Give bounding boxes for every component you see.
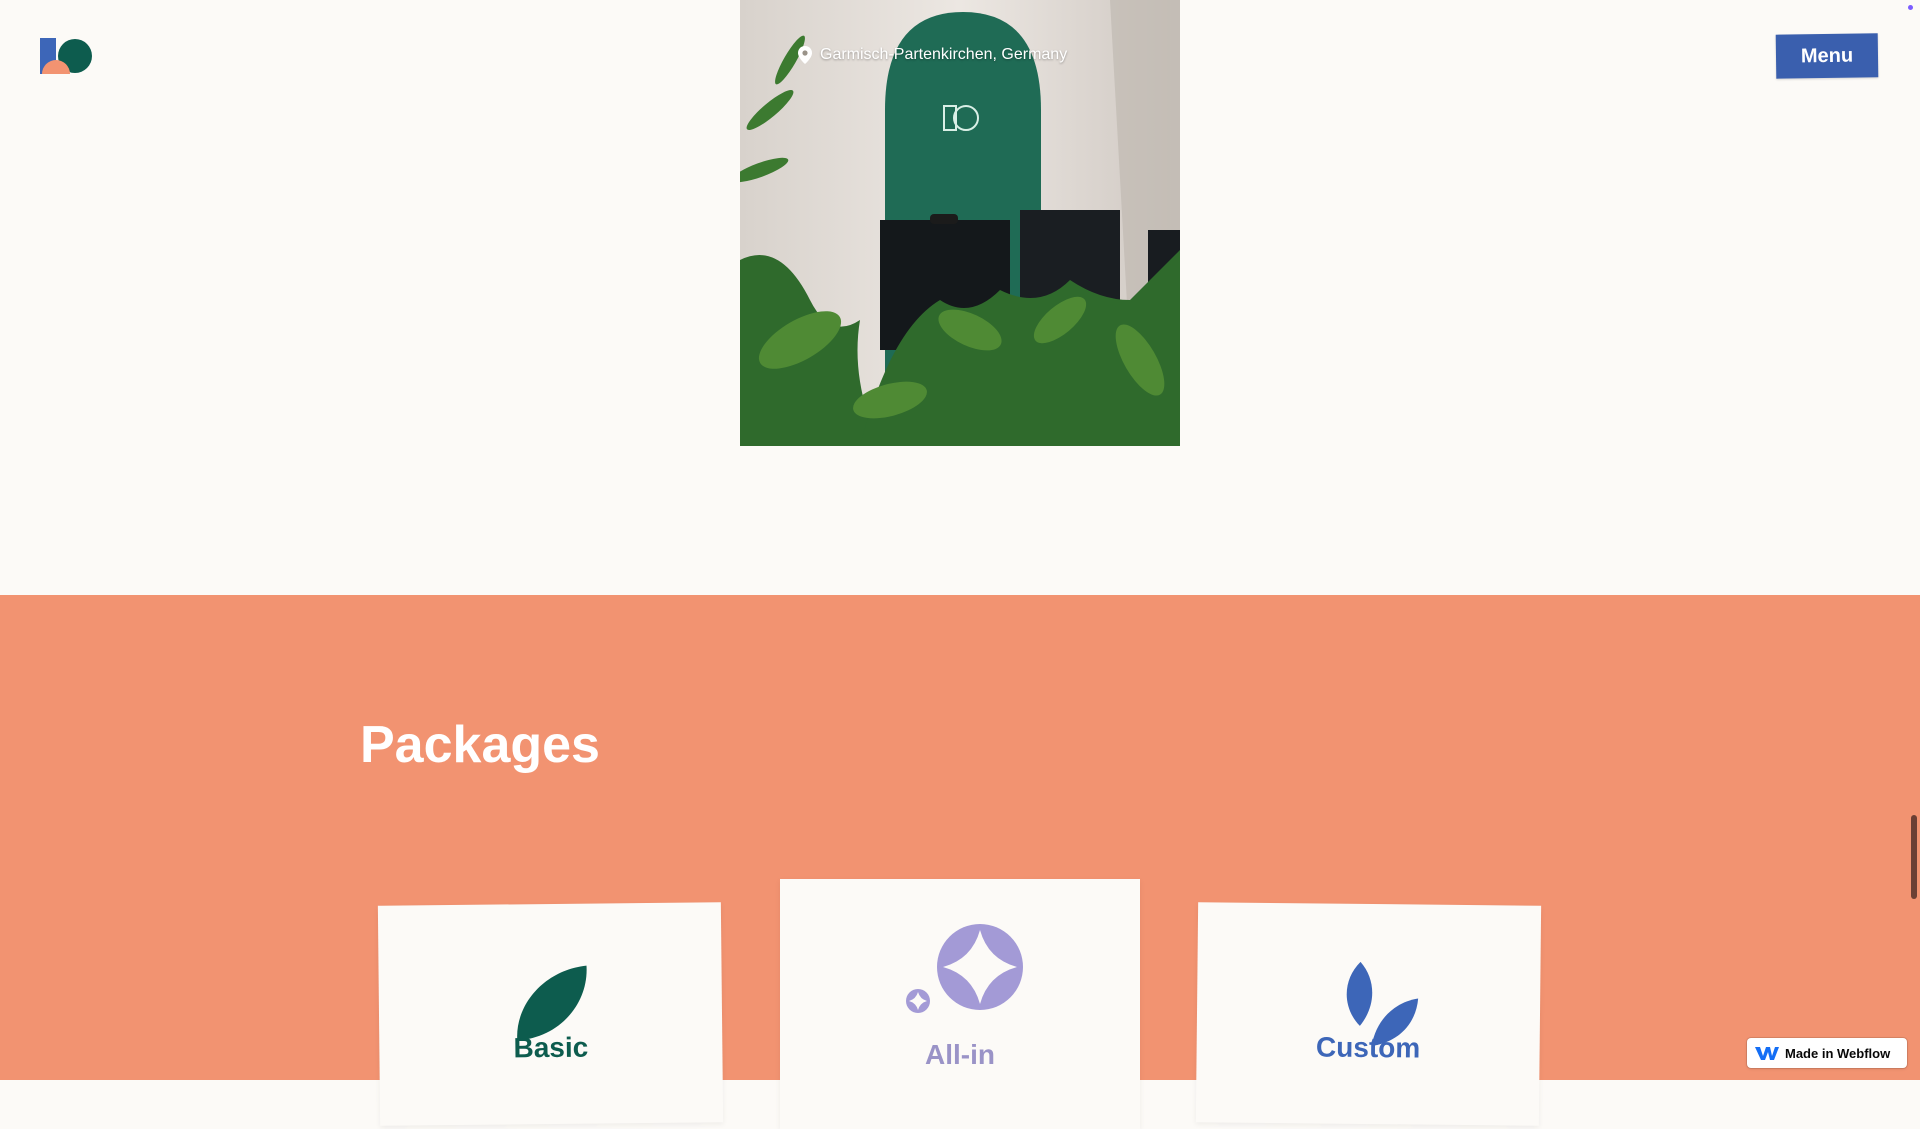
package-card-all-in[interactable]: All-in	[780, 879, 1140, 1129]
webflow-logo-icon	[1755, 1046, 1779, 1060]
map-pin-icon	[798, 46, 812, 64]
packages-section: Packages Basic All-in Custom	[0, 595, 1920, 1129]
package-name-custom: Custom	[1315, 1031, 1421, 1064]
webflow-badge-label: Made in Webflow	[1785, 1045, 1891, 1061]
package-name-basic: Basic	[513, 1031, 589, 1064]
package-card-custom[interactable]: Custom	[1195, 902, 1542, 1126]
office-photo: Garmisch-Partenkirchen, Germany	[740, 0, 1180, 446]
location-text: Garmisch-Partenkirchen, Germany	[820, 46, 1068, 63]
package-name-all-in: All-in	[925, 1039, 995, 1070]
package-card-basic[interactable]: Basic	[377, 902, 724, 1126]
brand-logo-icon[interactable]	[40, 38, 92, 74]
leaf-icon	[517, 965, 587, 1041]
sparkle-icon	[906, 924, 1023, 1013]
packages-title: Packages	[360, 716, 600, 774]
menu-button[interactable]: Menu	[1775, 33, 1879, 79]
scrollbar-thumb[interactable]	[1911, 815, 1917, 899]
made-in-webflow-badge[interactable]: Made in Webflow	[1747, 1038, 1907, 1068]
purple-dot	[1908, 5, 1913, 10]
hero-section: Garmisch-Partenkirchen, Germany Menu	[0, 0, 1920, 595]
location-label: Garmisch-Partenkirchen, Germany	[798, 46, 1067, 64]
